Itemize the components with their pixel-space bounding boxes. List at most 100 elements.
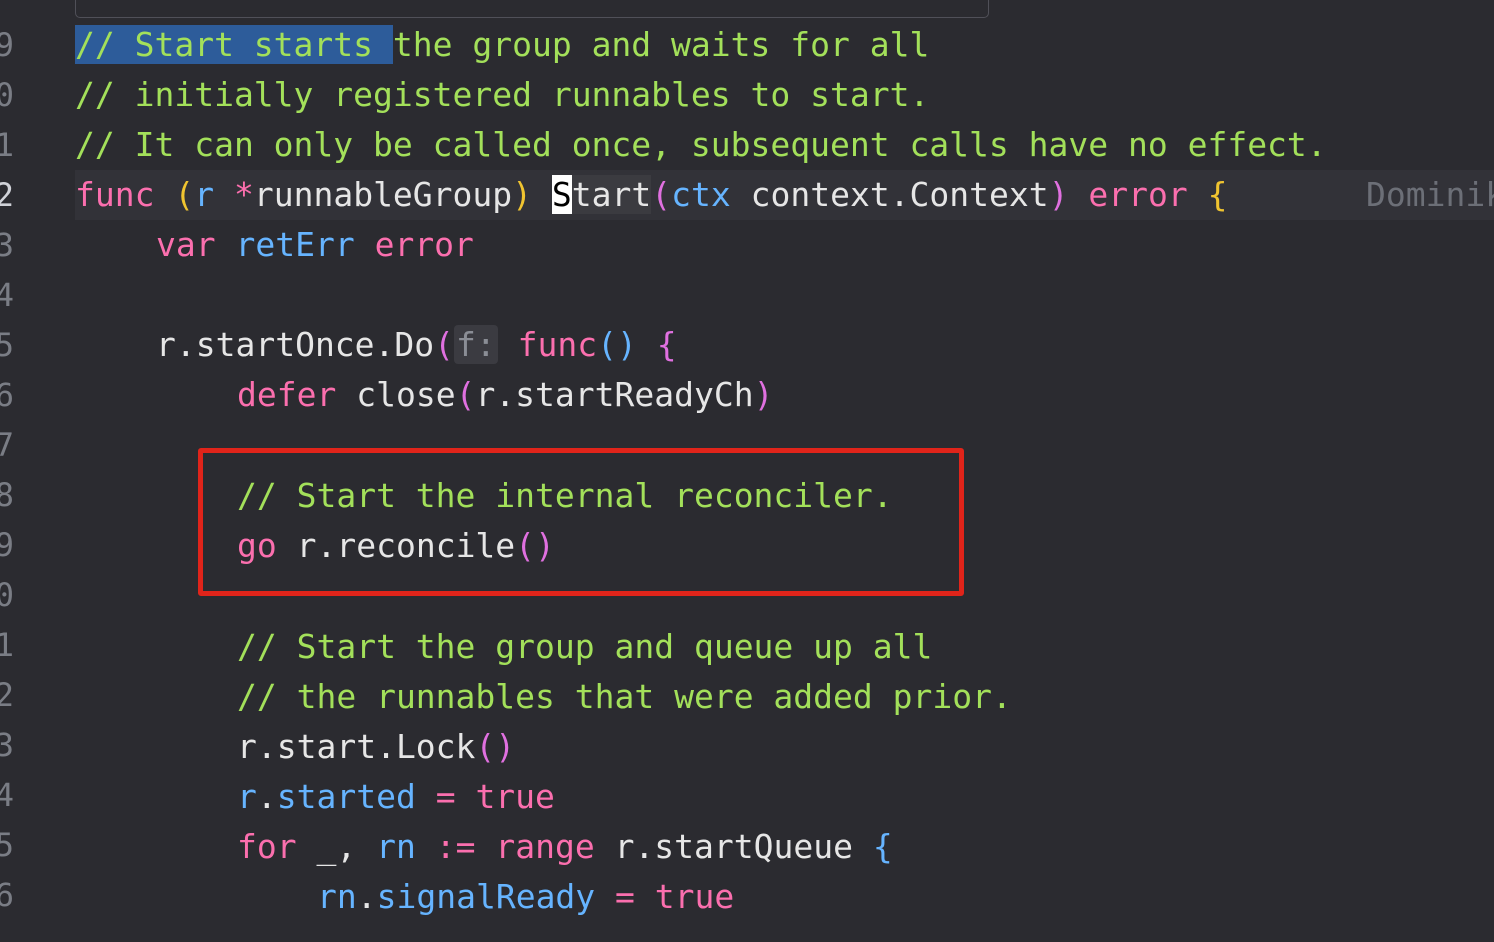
code-line[interactable]: // Start starts the group and waits for … bbox=[75, 20, 929, 70]
function-name: tart bbox=[571, 175, 652, 214]
code-line-current[interactable]: func (r *runnableGroup) Start(ctx contex… bbox=[75, 170, 1494, 220]
git-blame-annotation[interactable]: Dominik bbox=[1366, 170, 1494, 220]
dot: . bbox=[356, 877, 377, 916]
blank-identifier: _, bbox=[316, 827, 377, 866]
operator: = bbox=[415, 777, 476, 816]
line-number: 3 bbox=[0, 726, 14, 764]
line-number: 6 bbox=[0, 376, 14, 414]
code-line[interactable]: defer close(r.startReadyCh) bbox=[237, 370, 773, 420]
line-number: 4 bbox=[0, 776, 14, 814]
paren: ( bbox=[455, 375, 476, 414]
operator: := bbox=[435, 827, 476, 866]
comment: // the runnables that were added prior. bbox=[237, 677, 1012, 716]
paren: ) bbox=[512, 175, 533, 214]
pointer-star: * bbox=[233, 175, 254, 214]
line-number: 0 bbox=[0, 76, 14, 114]
comment: // Start the internal reconciler. bbox=[237, 476, 893, 515]
keyword: for bbox=[237, 827, 297, 866]
paren: ) bbox=[1048, 175, 1069, 214]
keyword: defer bbox=[237, 375, 337, 414]
type-name: runnableGroup bbox=[253, 175, 513, 214]
literal: true bbox=[475, 777, 555, 816]
paren: () bbox=[597, 325, 637, 364]
code-line[interactable]: // Start the internal reconciler. bbox=[237, 471, 893, 521]
comment: // Start the group and queue up all bbox=[237, 627, 933, 666]
keyword: func bbox=[75, 175, 155, 214]
receiver: r bbox=[194, 175, 215, 214]
method-call: r.reconcile bbox=[296, 526, 516, 565]
line-number: 1 bbox=[0, 126, 14, 164]
line-number: 7 bbox=[0, 426, 14, 464]
line-number: 5 bbox=[0, 826, 14, 864]
line-number: 1 bbox=[0, 626, 14, 664]
field-access: r.startQueue bbox=[614, 827, 853, 866]
comment: the group and waits for all bbox=[392, 25, 930, 64]
line-number: 4 bbox=[0, 276, 14, 314]
search-bar[interactable] bbox=[75, 0, 989, 18]
type-name: context.Context bbox=[750, 175, 1049, 214]
paren: ) bbox=[753, 375, 774, 414]
line-number: 5 bbox=[0, 326, 14, 364]
code-line[interactable]: r.startOnce.Do(f: func() { bbox=[156, 320, 677, 370]
code-line[interactable]: go r.reconcile() bbox=[237, 521, 555, 571]
keyword: range bbox=[495, 827, 595, 866]
literal: true bbox=[654, 877, 735, 916]
variable: rn bbox=[376, 827, 416, 866]
code-line[interactable]: // It can only be called once, subsequen… bbox=[75, 120, 1327, 170]
code-line[interactable]: for _, rn := range r.startQueue { bbox=[237, 822, 893, 872]
return-type: error bbox=[1088, 175, 1188, 214]
brace: { bbox=[872, 827, 893, 866]
operator: = bbox=[595, 877, 655, 916]
brace: { bbox=[656, 325, 677, 364]
code-line[interactable]: // the runnables that were added prior. bbox=[237, 672, 1012, 722]
parameter-hint: f: bbox=[454, 325, 498, 364]
code-line[interactable]: r.start.Lock() bbox=[237, 722, 515, 772]
line-number: 3 bbox=[0, 226, 14, 264]
paren: ( bbox=[651, 175, 672, 214]
param: ctx bbox=[671, 175, 731, 214]
method-call: r.startOnce.Do bbox=[156, 325, 435, 364]
code-line[interactable]: // initially registered runnables to sta… bbox=[75, 70, 929, 120]
field: started bbox=[276, 777, 416, 816]
paren: () bbox=[475, 727, 516, 766]
code-line[interactable]: r.started = true bbox=[237, 772, 555, 822]
line-number: 0 bbox=[0, 576, 14, 614]
receiver: r bbox=[237, 777, 257, 816]
line-number-current: 2 bbox=[0, 176, 14, 214]
paren: ( bbox=[174, 175, 195, 214]
selected-text: // Start starts bbox=[75, 25, 393, 64]
line-number: 8 bbox=[0, 476, 14, 514]
variable: retErr bbox=[235, 225, 355, 264]
code-line[interactable]: rn.signalReady = true bbox=[317, 872, 734, 922]
method-call: r.start.Lock bbox=[237, 727, 476, 766]
type-name: error bbox=[374, 225, 474, 264]
dot: . bbox=[256, 777, 277, 816]
code-line[interactable]: var retErr error bbox=[156, 220, 474, 270]
code-line[interactable]: // Start the group and queue up all bbox=[237, 622, 932, 672]
variable: rn bbox=[317, 877, 357, 916]
line-number: 9 bbox=[0, 26, 14, 64]
text-cursor[interactable]: S bbox=[551, 175, 572, 214]
paren: () bbox=[515, 526, 555, 565]
code-editor[interactable]: 9 0 1 2 3 4 5 6 7 8 9 0 1 2 3 4 5 6 // S… bbox=[0, 0, 1494, 942]
paren: ( bbox=[434, 325, 455, 364]
comment: // It can only be called once, subsequen… bbox=[75, 125, 1327, 164]
field: signalReady bbox=[376, 877, 596, 916]
brace: { bbox=[1207, 175, 1228, 214]
keyword: func bbox=[517, 325, 598, 364]
